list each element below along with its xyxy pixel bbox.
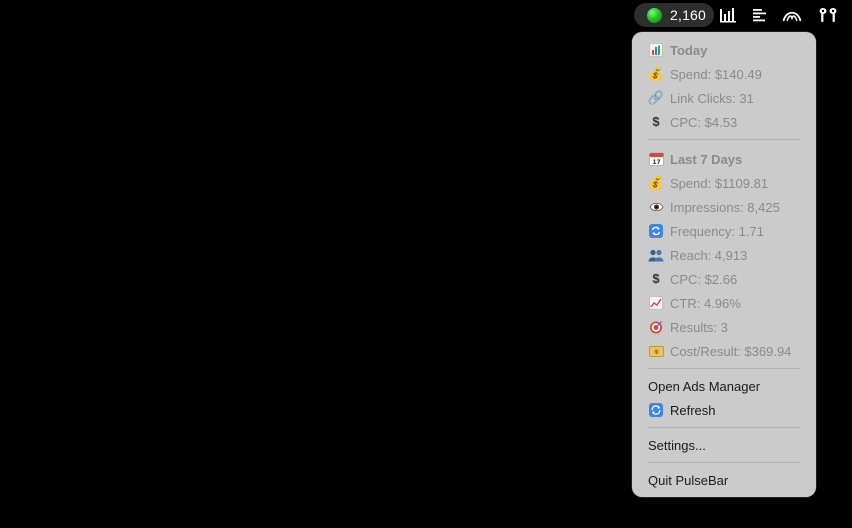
settings-menu-item[interactable]: Settings... (648, 435, 706, 455)
last7-header: 17 Last 7 Days (648, 149, 742, 169)
today-spend-item: 💰 Spend: $140.49 (648, 64, 762, 84)
quit-label: Quit PulseBar (648, 472, 729, 488)
last7-reach-item: Reach: 4,913 (648, 245, 747, 265)
last7-ctr-item: CTR: 4.96% (648, 293, 741, 313)
refresh-label: Refresh (670, 402, 716, 418)
menu-separator (648, 139, 800, 140)
eye-icon (648, 199, 664, 215)
arc-wave-icon[interactable] (782, 6, 802, 24)
today-spend-label: Spend: $140.49 (670, 66, 762, 82)
money-bill-icon: $ (648, 343, 664, 359)
calendar-icon: 17 (648, 151, 664, 167)
target-icon (648, 319, 664, 335)
dollar-sign-icon: $ (652, 271, 660, 286)
last7-results-item: Results: 3 (648, 317, 728, 337)
last7-frequency-label: Frequency: 1.71 (670, 223, 764, 239)
pulsebar-dropdown-menu: Today 💰 Spend: $140.49 🔗 Link Clicks: 31… (632, 32, 816, 497)
bar-chart-emoji-icon (648, 42, 664, 58)
today-link-clicks-label: Link Clicks: 31 (670, 90, 754, 106)
refresh-icon (648, 402, 664, 418)
airpods-icon[interactable] (818, 6, 838, 24)
bars-chart-icon[interactable] (718, 6, 738, 24)
last7-frequency-item: Frequency: 1.71 (648, 221, 764, 241)
last7-reach-label: Reach: 4,913 (670, 247, 748, 263)
last7-cost-result-item: $ Cost/Result: $369.94 (648, 341, 791, 361)
today-cpc-label: CPC: $4.53 (670, 114, 738, 130)
last7-impressions-item: Impressions: 8,425 (648, 197, 780, 217)
pulsebar-status-item[interactable]: 2,160 (634, 3, 714, 27)
menu-separator (648, 427, 800, 428)
last7-spend-item: 💰 Spend: $1109.81 (648, 173, 768, 193)
menu-bar: 2,160 (0, 0, 852, 30)
svg-text:$: $ (655, 349, 658, 355)
menu-separator (648, 462, 800, 463)
today-cpc-item: $ CPC: $4.53 (648, 112, 737, 132)
last7-impressions-label: Impressions: 8,425 (670, 199, 780, 215)
people-icon (648, 247, 664, 263)
last7-ctr-label: CTR: 4.96% (670, 295, 741, 311)
svg-text:17: 17 (652, 159, 660, 166)
refresh-menu-item[interactable]: Refresh (648, 400, 716, 420)
trend-chart-icon (648, 295, 664, 311)
money-bag-icon: 💰 (647, 175, 665, 190)
last7-cost-result-label: Cost/Result: $369.94 (670, 343, 792, 359)
status-value: 2,160 (670, 7, 707, 23)
today-header: Today (648, 40, 707, 60)
last7-results-label: Results: 3 (670, 319, 728, 335)
last7-cpc-label: CPC: $2.66 (670, 271, 738, 287)
status-dot-icon (647, 7, 662, 23)
last7-spend-label: Spend: $1109.81 (670, 175, 769, 191)
open-ads-manager-menu-item[interactable]: Open Ads Manager (648, 376, 760, 396)
open-ads-manager-label: Open Ads Manager (648, 378, 761, 394)
last7-cpc-item: $ CPC: $2.66 (648, 269, 737, 289)
last7-header-label: Last 7 Days (670, 151, 743, 167)
repeat-icon (648, 223, 664, 239)
money-bag-icon: 💰 (647, 66, 665, 81)
quit-menu-item[interactable]: Quit PulseBar (648, 470, 728, 490)
link-icon: 🔗 (647, 90, 665, 105)
menu-separator (648, 368, 800, 369)
today-link-clicks-item: 🔗 Link Clicks: 31 (648, 88, 754, 108)
text-lines-icon[interactable] (750, 6, 770, 24)
settings-label: Settings... (648, 437, 706, 453)
dollar-sign-icon: $ (652, 114, 660, 129)
today-header-label: Today (670, 42, 708, 58)
